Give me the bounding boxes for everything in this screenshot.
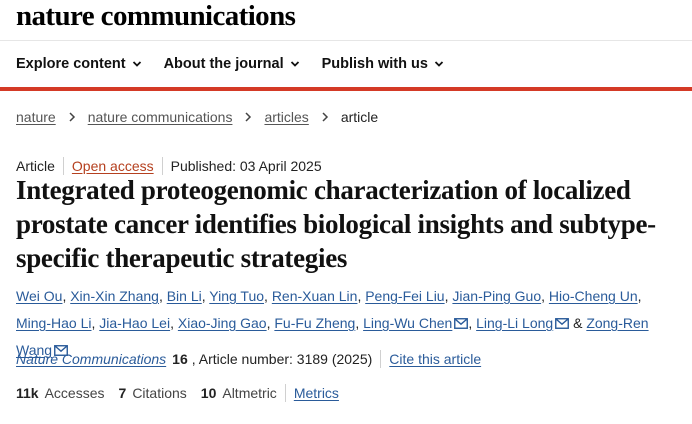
citations-count: 7 [118,385,127,401]
nav-about-journal[interactable]: About the journal [164,56,300,72]
journal-link[interactable]: Nature Communications [16,351,166,367]
chevron-down-icon [290,61,299,67]
breadcrumb-current: article [340,109,379,125]
chevron-right-icon [245,112,252,122]
author-link[interactable]: Xin-Xin Zhang [70,288,159,304]
volume: 16 [172,351,188,367]
article-metrics: 11k Accesses 7 Citations 10 Altmetric Me… [16,384,339,402]
breadcrumb-articles[interactable]: articles [264,109,308,125]
journal-info: Nature Communications 16 , Article numbe… [16,350,481,368]
accesses-count: 11k [16,385,39,401]
citations-label: Citations [132,385,187,401]
chevron-right-icon [322,112,328,122]
divider [0,40,692,41]
author-link[interactable]: Ling-Wu Chen [363,315,452,331]
journal-logo[interactable]: nature communications [16,0,296,32]
author-link[interactable]: Hio-Cheng Un [549,288,638,304]
accesses-label: Accesses [44,385,105,401]
mail-icon[interactable] [454,318,469,329]
article-type: Article [16,158,55,174]
divider [284,384,286,402]
author-link[interactable]: Ling-Li Long [476,315,553,331]
author-link[interactable]: Bin Li [167,288,202,304]
open-access-link[interactable]: Open access [72,158,154,174]
masthead: nature communications [16,0,296,40]
cite-this-article-link[interactable]: Cite this article [389,351,481,367]
mail-icon[interactable] [555,318,570,329]
breadcrumb-nature[interactable]: nature [16,109,56,125]
nav-label: About the journal [163,56,284,72]
nav-publish-with-us[interactable]: Publish with us [322,56,444,72]
nav-explore-content[interactable]: Explore content [16,56,142,72]
author-link[interactable]: Xiao-Jing Gao [178,315,267,331]
author-link[interactable]: Wei Ou [16,288,62,304]
author-link[interactable]: Jia-Hao Lei [99,315,170,331]
chevron-down-icon [132,61,141,67]
nav-label: Publish with us [321,56,428,72]
author-conjunction: & [573,315,583,331]
article-number: , Article number: 3189 (2025) [191,351,373,367]
chevron-right-icon [69,112,75,122]
accent-bar [0,87,692,91]
published-date: Published: 03 April 2025 [170,158,322,174]
author-link[interactable]: Ying Tuo [209,288,264,304]
altmetric-label: Altmetric [222,385,277,401]
metrics-link[interactable]: Metrics [294,385,339,401]
breadcrumb: nature nature communications articles ar… [16,109,378,125]
article-title: Integrated proteogenomic characterizatio… [16,175,656,273]
main-nav: Explore content About the journal Publis… [16,56,444,72]
author-link[interactable]: Ming-Hao Li [16,315,91,331]
divider [380,350,382,368]
chevron-down-icon [434,61,444,67]
breadcrumb-nature-communications[interactable]: nature communications [88,109,233,125]
author-link[interactable]: Peng-Fei Liu [365,288,444,304]
author-link[interactable]: Fu-Fu Zheng [274,315,355,331]
author-link[interactable]: Jian-Ping Guo [452,288,541,304]
author-link[interactable]: Ren-Xuan Lin [272,288,358,304]
nav-label: Explore content [16,56,126,72]
altmetric-count: 10 [200,385,217,401]
